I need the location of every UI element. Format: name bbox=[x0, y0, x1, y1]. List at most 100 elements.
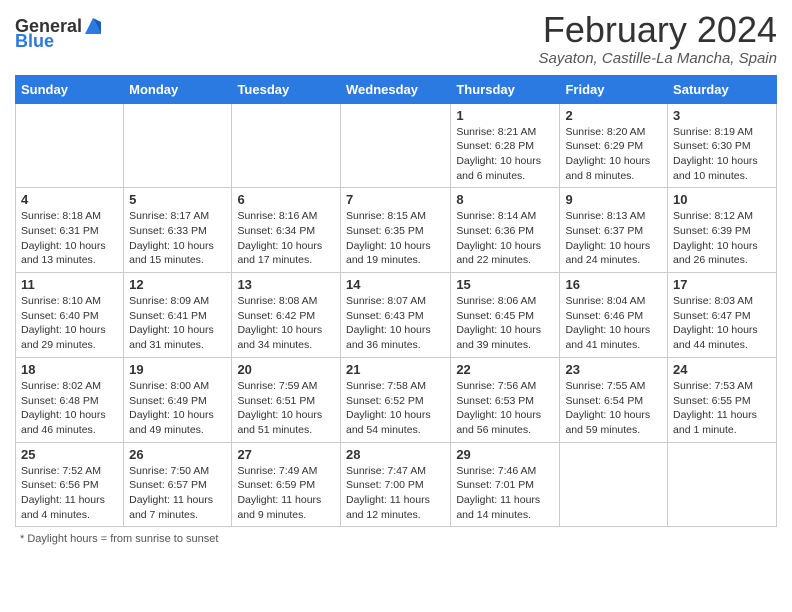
calendar-cell: 19 Sunrise: 8:00 AMSunset: 6:49 PMDayligh… bbox=[124, 357, 232, 442]
header-sunday: Sunday bbox=[16, 75, 124, 103]
header-saturday: Saturday bbox=[668, 75, 777, 103]
day-info: Sunrise: 8:19 AMSunset: 6:30 PMDaylight:… bbox=[673, 125, 771, 184]
day-info: Sunrise: 8:20 AMSunset: 6:29 PMDaylight:… bbox=[565, 125, 662, 184]
calendar-cell: 5 Sunrise: 8:17 AMSunset: 6:33 PMDaylight… bbox=[124, 188, 232, 273]
calendar-cell: 28 Sunrise: 7:47 AMSunset: 7:00 PMDayligh… bbox=[340, 442, 450, 527]
title-section: February 2024 Sayaton, Castille-La Manch… bbox=[539, 10, 777, 67]
logo: General Blue bbox=[15, 16, 103, 50]
day-number: 10 bbox=[673, 192, 771, 207]
day-number: 29 bbox=[456, 447, 554, 462]
calendar-cell: 15 Sunrise: 8:06 AMSunset: 6:45 PMDayligh… bbox=[451, 273, 560, 358]
calendar-week-3: 11Sunrise: 8:10 AMSunset: 6:40 PMDayligh… bbox=[16, 273, 777, 358]
calendar-cell: 26 Sunrise: 7:50 AMSunset: 6:57 PMDayligh… bbox=[124, 442, 232, 527]
day-number: 1 bbox=[456, 108, 554, 123]
header-thursday: Thursday bbox=[451, 75, 560, 103]
day-number: 21 bbox=[346, 362, 445, 377]
logo-blue: Blue bbox=[15, 32, 54, 50]
day-number: 25 bbox=[21, 447, 118, 462]
calendar-cell: 2 Sunrise: 8:20 AMSunset: 6:29 PMDaylight… bbox=[560, 103, 668, 188]
calendar-cell: 12Sunrise: 8:09 AMSunset: 6:41 PMDayligh… bbox=[124, 273, 232, 358]
day-info: Sunrise: 7:58 AMSunset: 6:52 PMDaylight:… bbox=[346, 379, 445, 438]
calendar-week-2: 4 Sunrise: 8:18 AMSunset: 6:31 PMDaylight… bbox=[16, 188, 777, 273]
day-info: Sunrise: 7:49 AMSunset: 6:59 PMDaylight:… bbox=[237, 464, 335, 523]
day-number: 26 bbox=[129, 447, 226, 462]
calendar-header-row: SundayMondayTuesdayWednesdayThursdayFrid… bbox=[16, 75, 777, 103]
day-number: 13 bbox=[237, 277, 335, 292]
day-info: Sunrise: 8:08 AMSunset: 6:42 PMDaylight:… bbox=[237, 294, 335, 353]
header-wednesday: Wednesday bbox=[340, 75, 450, 103]
day-info: Sunrise: 7:52 AMSunset: 6:56 PMDaylight:… bbox=[21, 464, 118, 523]
day-number: 12 bbox=[129, 277, 226, 292]
day-number: 5 bbox=[129, 192, 226, 207]
calendar-cell: 20Sunrise: 7:59 AMSunset: 6:51 PMDayligh… bbox=[232, 357, 341, 442]
calendar-cell bbox=[340, 103, 450, 188]
day-info: Sunrise: 8:21 AMSunset: 6:28 PMDaylight:… bbox=[456, 125, 554, 184]
day-info: Sunrise: 8:15 AMSunset: 6:35 PMDaylight:… bbox=[346, 209, 445, 268]
calendar-cell: 3 Sunrise: 8:19 AMSunset: 6:30 PMDaylight… bbox=[668, 103, 777, 188]
calendar-cell: 22Sunrise: 7:56 AMSunset: 6:53 PMDayligh… bbox=[451, 357, 560, 442]
calendar-week-1: 1 Sunrise: 8:21 AMSunset: 6:28 PMDaylight… bbox=[16, 103, 777, 188]
day-number: 9 bbox=[565, 192, 662, 207]
day-number: 19 bbox=[129, 362, 226, 377]
day-info: Sunrise: 7:56 AMSunset: 6:53 PMDaylight:… bbox=[456, 379, 554, 438]
calendar-cell: 10 Sunrise: 8:12 AMSunset: 6:39 PMDayligh… bbox=[668, 188, 777, 273]
day-info: Sunrise: 8:10 AMSunset: 6:40 PMDaylight:… bbox=[21, 294, 118, 353]
day-number: 14 bbox=[346, 277, 445, 292]
day-number: 20 bbox=[237, 362, 335, 377]
day-info: Sunrise: 8:00 AMSunset: 6:49 PMDaylight:… bbox=[129, 379, 226, 438]
main-title: February 2024 bbox=[539, 10, 777, 50]
day-info: Sunrise: 8:17 AMSunset: 6:33 PMDaylight:… bbox=[129, 209, 226, 268]
calendar-cell: 24 Sunrise: 7:53 AMSunset: 6:55 PMDayligh… bbox=[668, 357, 777, 442]
day-info: Sunrise: 7:47 AMSunset: 7:00 PMDaylight:… bbox=[346, 464, 445, 523]
calendar-table: SundayMondayTuesdayWednesdayThursdayFrid… bbox=[15, 75, 777, 528]
day-number: 18 bbox=[21, 362, 118, 377]
day-info: Sunrise: 8:13 AMSunset: 6:37 PMDaylight:… bbox=[565, 209, 662, 268]
day-number: 4 bbox=[21, 192, 118, 207]
day-info: Sunrise: 8:18 AMSunset: 6:31 PMDaylight:… bbox=[21, 209, 118, 268]
day-number: 2 bbox=[565, 108, 662, 123]
calendar-cell bbox=[668, 442, 777, 527]
calendar-cell bbox=[560, 442, 668, 527]
calendar-cell: 6 Sunrise: 8:16 AMSunset: 6:34 PMDaylight… bbox=[232, 188, 341, 273]
calendar-cell: 13 Sunrise: 8:08 AMSunset: 6:42 PMDayligh… bbox=[232, 273, 341, 358]
calendar-cell: 27Sunrise: 7:49 AMSunset: 6:59 PMDayligh… bbox=[232, 442, 341, 527]
day-number: 15 bbox=[456, 277, 554, 292]
day-info: Sunrise: 7:53 AMSunset: 6:55 PMDaylight:… bbox=[673, 379, 771, 438]
calendar-cell: 25 Sunrise: 7:52 AMSunset: 6:56 PMDayligh… bbox=[16, 442, 124, 527]
calendar-cell: 16Sunrise: 8:04 AMSunset: 6:46 PMDayligh… bbox=[560, 273, 668, 358]
calendar-cell: 11Sunrise: 8:10 AMSunset: 6:40 PMDayligh… bbox=[16, 273, 124, 358]
day-info: Sunrise: 7:46 AMSunset: 7:01 PMDaylight:… bbox=[456, 464, 554, 523]
calendar-cell bbox=[232, 103, 341, 188]
day-info: Sunrise: 8:06 AMSunset: 6:45 PMDaylight:… bbox=[456, 294, 554, 353]
day-number: 24 bbox=[673, 362, 771, 377]
logo-icon bbox=[83, 14, 103, 36]
calendar-cell: 14 Sunrise: 8:07 AMSunset: 6:43 PMDayligh… bbox=[340, 273, 450, 358]
day-number: 17 bbox=[673, 277, 771, 292]
footer-note: * Daylight hours = from sunrise to sunse… bbox=[15, 533, 777, 545]
day-info: Sunrise: 8:04 AMSunset: 6:46 PMDaylight:… bbox=[565, 294, 662, 353]
header-monday: Monday bbox=[124, 75, 232, 103]
calendar-cell: 18Sunrise: 8:02 AMSunset: 6:48 PMDayligh… bbox=[16, 357, 124, 442]
day-number: 6 bbox=[237, 192, 335, 207]
calendar-week-4: 18Sunrise: 8:02 AMSunset: 6:48 PMDayligh… bbox=[16, 357, 777, 442]
day-number: 3 bbox=[673, 108, 771, 123]
calendar-cell: 29 Sunrise: 7:46 AMSunset: 7:01 PMDayligh… bbox=[451, 442, 560, 527]
subtitle: Sayaton, Castille-La Mancha, Spain bbox=[539, 50, 777, 67]
calendar-cell bbox=[124, 103, 232, 188]
day-info: Sunrise: 8:03 AMSunset: 6:47 PMDaylight:… bbox=[673, 294, 771, 353]
day-number: 28 bbox=[346, 447, 445, 462]
day-number: 8 bbox=[456, 192, 554, 207]
calendar-cell: 23Sunrise: 7:55 AMSunset: 6:54 PMDayligh… bbox=[560, 357, 668, 442]
calendar-cell: 8Sunrise: 8:14 AMSunset: 6:36 PMDaylight… bbox=[451, 188, 560, 273]
day-info: Sunrise: 8:16 AMSunset: 6:34 PMDaylight:… bbox=[237, 209, 335, 268]
day-info: Sunrise: 8:12 AMSunset: 6:39 PMDaylight:… bbox=[673, 209, 771, 268]
day-info: Sunrise: 8:07 AMSunset: 6:43 PMDaylight:… bbox=[346, 294, 445, 353]
calendar-cell: 9 Sunrise: 8:13 AMSunset: 6:37 PMDaylight… bbox=[560, 188, 668, 273]
calendar-cell: 21 Sunrise: 7:58 AMSunset: 6:52 PMDayligh… bbox=[340, 357, 450, 442]
day-info: Sunrise: 7:50 AMSunset: 6:57 PMDaylight:… bbox=[129, 464, 226, 523]
day-number: 23 bbox=[565, 362, 662, 377]
day-number: 7 bbox=[346, 192, 445, 207]
calendar-cell bbox=[16, 103, 124, 188]
header-tuesday: Tuesday bbox=[232, 75, 341, 103]
page-header: General Blue February 2024 Sayaton, Cast… bbox=[15, 10, 777, 67]
